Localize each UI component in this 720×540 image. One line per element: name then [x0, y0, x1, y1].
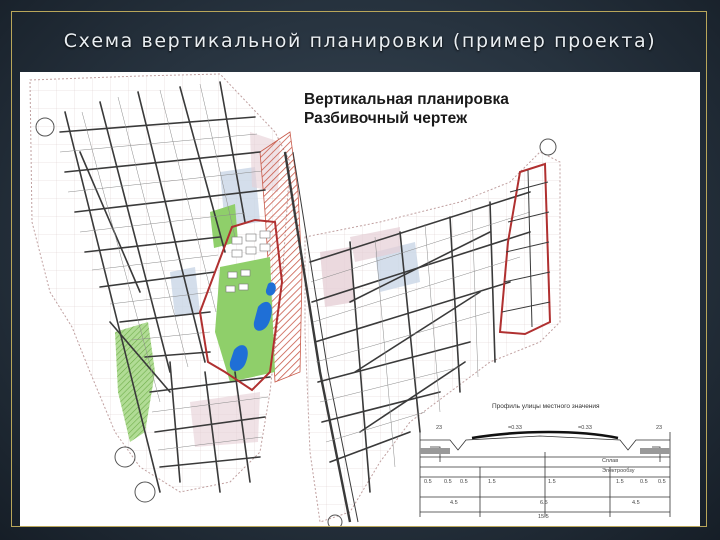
drawing-heading: Вертикальная планировка Разбивочный черт… [304, 90, 509, 128]
profile-label-drain: Электрообзу [602, 468, 635, 474]
profile-dim-row2-2: 4.5 [632, 500, 640, 506]
profile-dim-row1-3: 1.5 [488, 479, 496, 485]
profile-dim-top-right: 23 [656, 425, 663, 431]
profile-dim-row3-0: 15.5 [538, 514, 549, 520]
profile-dim-row1-4: 1.5 [548, 479, 556, 485]
profile-dim-top-mid-right: =0.33 [578, 425, 592, 431]
east-district-boundary [304, 151, 561, 523]
profile-dim-top-left: 23 [436, 425, 443, 431]
slide-title: Схема вертикальной планировки (пример пр… [63, 30, 657, 52]
site-plan-svg [29, 73, 671, 526]
site-plan-drawing: Вертикальная планировка Разбивочный черт… [20, 72, 700, 526]
drawing-heading-line2: Разбивочный чертеж [304, 110, 468, 127]
profile-dim-row1-2: 0.5 [460, 479, 468, 485]
profile-label-curb: Сплав [602, 458, 619, 464]
profile-dim-row1-5: 1.5 [616, 479, 624, 485]
profile-dim-row1-7: 0.5 [658, 479, 666, 485]
drawing-heading-line1: Вертикальная планировка [304, 91, 509, 108]
profile-dim-row1-1: 0.5 [444, 479, 452, 485]
profile-dim-row1-6: 0.5 [640, 479, 648, 485]
profile-ground-right [640, 448, 670, 454]
profile-dim-row2-1: 6.5 [540, 500, 548, 506]
profile-dim-row2-0: 4.5 [450, 500, 458, 506]
profile-dim-top-mid-left: =0.33 [508, 425, 522, 431]
profile-dim-row1-0: 0.5 [424, 479, 432, 485]
profile-ground-left [420, 448, 450, 454]
profile-title: Профиль улицы местного значения [492, 403, 600, 410]
